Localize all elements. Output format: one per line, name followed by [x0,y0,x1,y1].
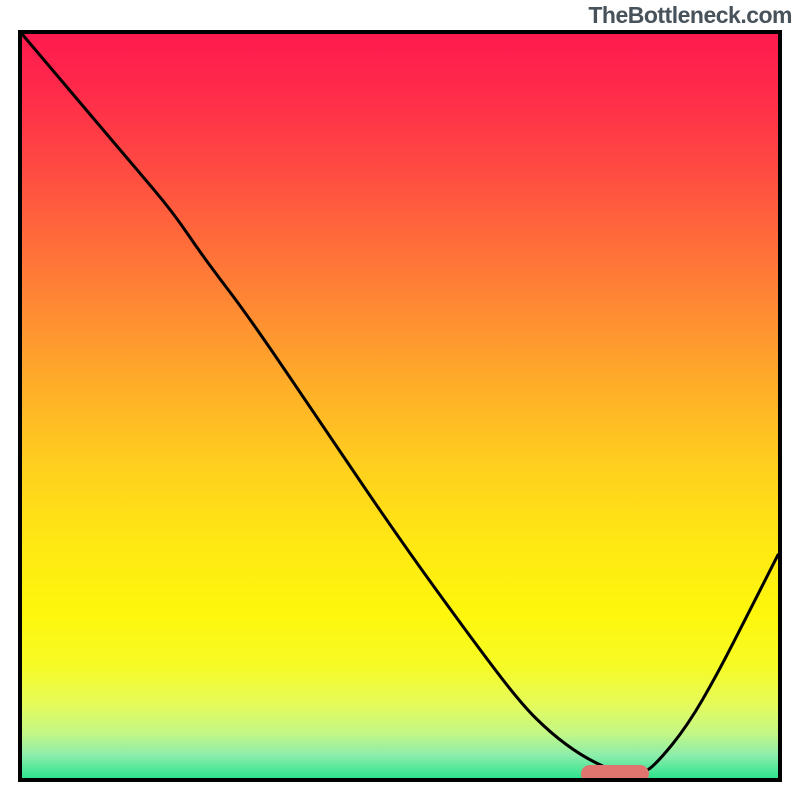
curve-layer [22,34,778,778]
optimal-range-marker [581,765,649,782]
chart-frame [18,30,782,782]
bottleneck-curve [22,34,778,774]
watermark-text: TheBottleneck.com [588,2,792,29]
chart-container: TheBottleneck.com [0,0,800,800]
